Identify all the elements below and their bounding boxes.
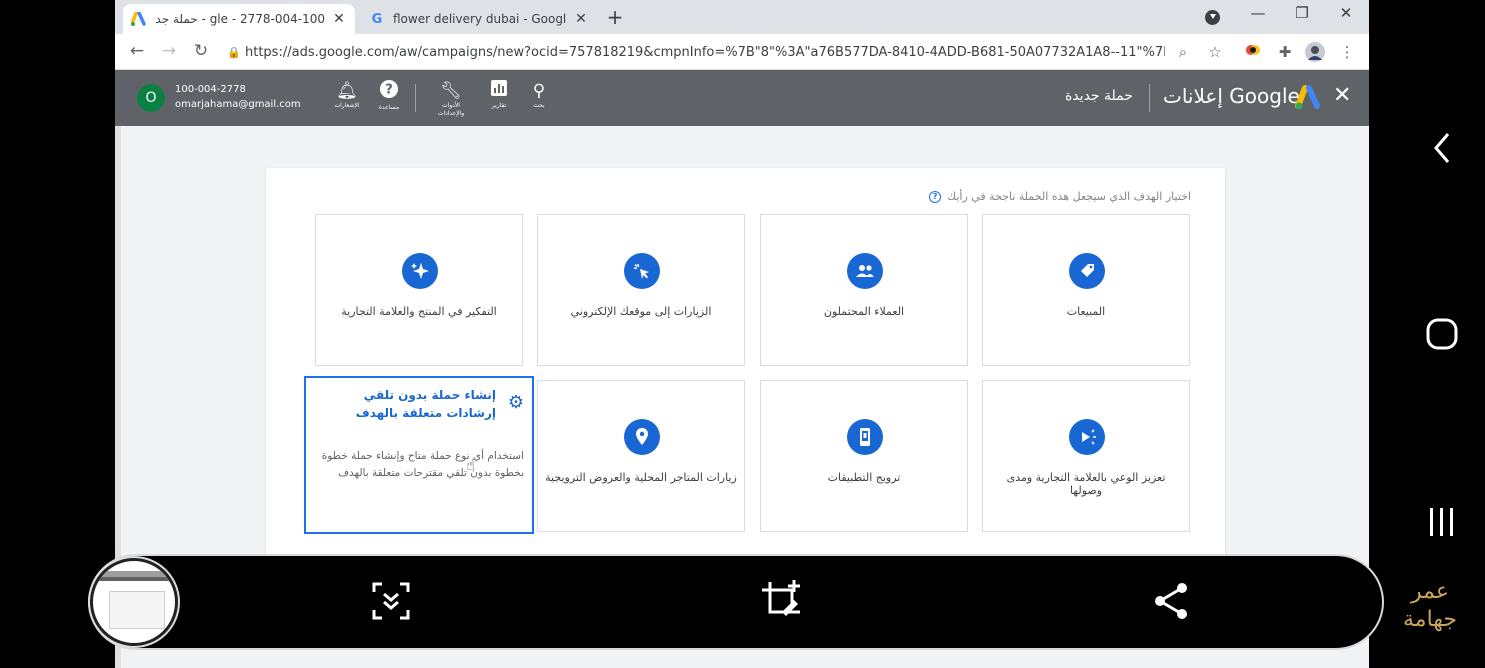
- people-icon: [847, 253, 883, 289]
- reports-icon: [479, 80, 519, 102]
- goal-label: التفكير في المنتج والعلامة التجارية: [341, 305, 497, 318]
- bookmark-star-icon[interactable]: ☆: [1205, 42, 1225, 62]
- minimize-button[interactable]: —: [1243, 4, 1273, 26]
- goal-label: المبيعات: [1066, 305, 1106, 318]
- share-icon[interactable]: [1148, 578, 1194, 624]
- goal-brand-awareness[interactable]: تعزيز الوعي بالعلامة التجارية ومدى وصوله…: [982, 380, 1190, 532]
- help-icon: ?: [369, 80, 409, 104]
- click-icon: [624, 253, 660, 289]
- tab-title: gle - 2778-004-100 - حملة جديدة: [155, 12, 325, 26]
- goal-label: تعزيز الوعي بالعلامة التجارية ومدى وصوله…: [1006, 471, 1166, 497]
- back-button[interactable]: ←: [125, 40, 149, 64]
- google-ads-header: O 100-004-2778 omarjahama@gmail.com 🔔︎ ا…: [115, 70, 1369, 126]
- header-divider: [1149, 84, 1150, 112]
- crop-edit-icon[interactable]: [758, 578, 804, 624]
- goal-question: اختيار الهدف الذي سيجعل هذه الحملة ناجحة…: [929, 190, 1191, 203]
- screen: gle - 2778-004-100 - حملة جديدة ✕ G flow…: [0, 0, 1485, 668]
- scroll-capture-icon[interactable]: [368, 578, 414, 624]
- goal-sales[interactable]: المبيعات: [982, 214, 1190, 366]
- tab-google-ads[interactable]: gle - 2778-004-100 - حملة جديدة ✕: [123, 4, 355, 34]
- product-title: إعلانات Google: [1163, 84, 1300, 108]
- goal-label: الزيارات إلى موقعك الإلكتروني: [570, 305, 712, 318]
- no-goal-description: استخدام أي نوع حملة متاح وإنشاء حملة خطو…: [321, 450, 524, 479]
- close-tab-icon[interactable]: ✕: [331, 11, 347, 27]
- address-bar[interactable]: 🔒 https://ads.google.com/aw/campaigns/ne…: [223, 38, 1233, 66]
- close-icon[interactable]: ✕: [1333, 83, 1351, 108]
- bell-icon: 🔔︎: [336, 81, 358, 101]
- google-favicon: G: [371, 11, 383, 27]
- goal-website-traffic[interactable]: الزيارات إلى موقعك الإلكتروني: [537, 214, 745, 366]
- goal-label: زيارات المتاجر المحلية والعروض الترويجية: [545, 471, 737, 484]
- zoom-icon[interactable]: ⌕: [1173, 42, 1193, 62]
- restore-button[interactable]: ❐: [1287, 4, 1317, 26]
- location-pin-icon: [624, 419, 660, 455]
- profile-avatar[interactable]: [1305, 42, 1325, 62]
- goal-label: العملاء المحتملون: [823, 305, 905, 318]
- tab-search-icon[interactable]: [1205, 10, 1220, 25]
- account-avatar[interactable]: O: [137, 84, 165, 112]
- screenshot-toolbar: [88, 554, 1384, 650]
- goal-leads[interactable]: العملاء المحتملون: [760, 214, 968, 366]
- browser-toolbar: ← → ↻ 🔒 https://ads.google.com/aw/campai…: [115, 34, 1369, 70]
- android-back-icon[interactable]: [1426, 128, 1458, 168]
- reports-button[interactable]: تقارير: [479, 80, 519, 110]
- goal-app-promotion[interactable]: ترويج التطبيقات: [760, 380, 968, 532]
- watermark: عمر جهامة: [1402, 579, 1458, 632]
- header-divider: [415, 84, 416, 112]
- megaphone-icon: [1069, 419, 1105, 455]
- reload-button[interactable]: ↻: [189, 40, 213, 64]
- tab-bar: gle - 2778-004-100 - حملة جديدة ✕ G flow…: [115, 0, 1369, 34]
- account-email: omarjahama@gmail.com: [175, 99, 301, 110]
- forward-button[interactable]: →: [157, 40, 181, 64]
- close-window-button[interactable]: ✕: [1331, 4, 1361, 26]
- tools-button[interactable]: 🔧︎ الأدوات والإعدادات: [431, 80, 471, 118]
- extension-icon[interactable]: [1243, 42, 1263, 62]
- google-ads-logo: [1295, 85, 1320, 110]
- url-text: https://ads.google.com/aw/campaigns/new?…: [245, 44, 1165, 60]
- tab-title: flower delivery dubai - Google Se: [393, 12, 567, 26]
- close-tab-icon[interactable]: ✕: [573, 11, 589, 27]
- android-home-icon[interactable]: [1424, 316, 1460, 352]
- search-button[interactable]: ⚲ بحث: [519, 80, 559, 110]
- svg-text:?: ?: [385, 83, 393, 98]
- android-recents-icon[interactable]: [1424, 504, 1460, 540]
- gear-icon: ⚙: [507, 392, 524, 413]
- goal-brand-consideration[interactable]: التفكير في المنتج والعلامة التجارية: [315, 214, 523, 366]
- phone-icon: [847, 419, 883, 455]
- notifications-button[interactable]: 🔔︎ الإشعارات: [327, 80, 367, 110]
- search-icon: ⚲: [532, 81, 546, 101]
- tag-icon: [1069, 253, 1105, 289]
- no-goal-title: إنشاء حملة بدون تلقي إرشادات متعلقة باله…: [355, 388, 496, 420]
- google-ads-favicon: [131, 11, 147, 27]
- help-button[interactable]: ? مساعدة: [369, 80, 409, 112]
- hand-cursor-icon: ☝: [466, 456, 476, 474]
- sparkle-icon: [402, 253, 438, 289]
- new-tab-button[interactable]: +: [603, 6, 627, 30]
- wrench-icon: 🔧︎: [440, 81, 462, 101]
- goal-label: ترويج التطبيقات: [827, 471, 901, 484]
- lock-icon: 🔒: [227, 45, 241, 59]
- puzzle-icon[interactable]: ✚: [1275, 42, 1295, 62]
- help-icon[interactable]: ?: [929, 190, 942, 203]
- screenshot-thumbnail[interactable]: [90, 558, 178, 646]
- goal-local-store-visits[interactable]: زيارات المتاجر المحلية والعروض الترويجية: [537, 380, 745, 532]
- more-menu-icon[interactable]: ⋮: [1337, 42, 1357, 62]
- tab-google-search[interactable]: G flower delivery dubai - Google Se ✕: [361, 4, 597, 34]
- campaign-title: حملة جديدة: [1065, 88, 1133, 104]
- account-id: 100-004-2778: [175, 84, 246, 95]
- goal-selection-card: اختيار الهدف الذي سيجعل هذه الحملة ناجحة…: [266, 168, 1225, 558]
- goal-create-without-guidance[interactable]: ⚙ إنشاء حملة بدون تلقي إرشادات متعلقة با…: [304, 376, 534, 534]
